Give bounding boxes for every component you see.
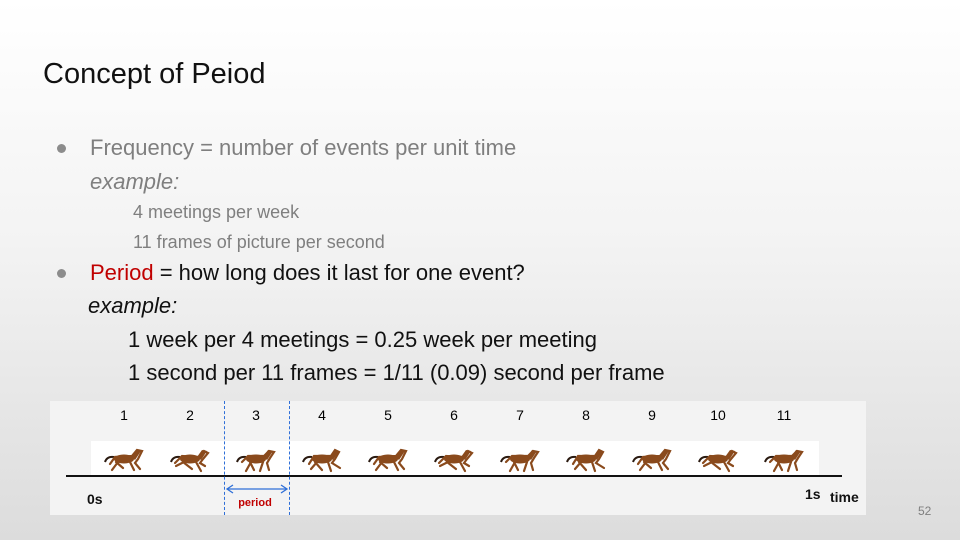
- end-time-label: 1s: [805, 486, 821, 502]
- frame-number: 5: [384, 407, 392, 423]
- horse-icon: [698, 449, 738, 473]
- frame-number: 8: [582, 407, 590, 423]
- period-term: Period: [90, 260, 154, 285]
- period-example-label: example:: [88, 293, 178, 318]
- horse-icon: [104, 448, 144, 472]
- frame-number: 1: [120, 407, 128, 423]
- bullet-frequency: [57, 144, 66, 153]
- start-time-label: 0s: [87, 491, 103, 507]
- frame-number: 7: [516, 407, 524, 423]
- period-example-2: 1 second per 11 frames = 1/11 (0.09) sec…: [128, 360, 665, 385]
- frequency-term: Frequency: [90, 135, 194, 160]
- frame-number: 3: [252, 407, 260, 423]
- frame-number: 2: [186, 407, 194, 423]
- horse-icon: [236, 449, 276, 473]
- frequency-definition: = number of events per unit time: [200, 135, 517, 160]
- horse-icon: [500, 449, 540, 473]
- frequency-definition-line: Frequency = number of events per unit ti…: [90, 135, 516, 161]
- horse-icon: [434, 449, 474, 473]
- frame-number: 10: [710, 407, 726, 423]
- horse-icon: [566, 448, 606, 473]
- period-definition-line: Period = how long does it last for one e…: [90, 260, 525, 286]
- frame-number: 4: [318, 407, 326, 423]
- frame-number: 11: [776, 407, 792, 423]
- frequency-example-2: 11 frames of picture per second: [133, 232, 385, 252]
- period-definition: = how long does it last for one event?: [159, 260, 525, 285]
- time-axis-label: time: [830, 489, 859, 505]
- slide-title: Concept of Peiod: [43, 58, 266, 90]
- frequency-example-1: 4 meetings per week: [133, 202, 300, 222]
- horse-icon: [302, 448, 342, 473]
- frame-number: 9: [648, 407, 656, 423]
- horse-icon: [368, 448, 408, 472]
- frequency-example-label: example:: [90, 169, 180, 194]
- bullet-period: [57, 269, 66, 278]
- frame-number: 6: [450, 407, 458, 423]
- horse-icon: [632, 448, 672, 472]
- period-example-1: 1 week per 4 meetings = 0.25 week per me…: [128, 327, 597, 352]
- period-label: period: [238, 497, 272, 509]
- page-number: 52: [918, 504, 932, 518]
- horse-icon: [764, 449, 804, 473]
- horse-icon: [170, 449, 210, 473]
- horse-timeline-figure: period 0s 1s time 1 2 3 4 5 6 7 8 9 10 11: [50, 401, 866, 515]
